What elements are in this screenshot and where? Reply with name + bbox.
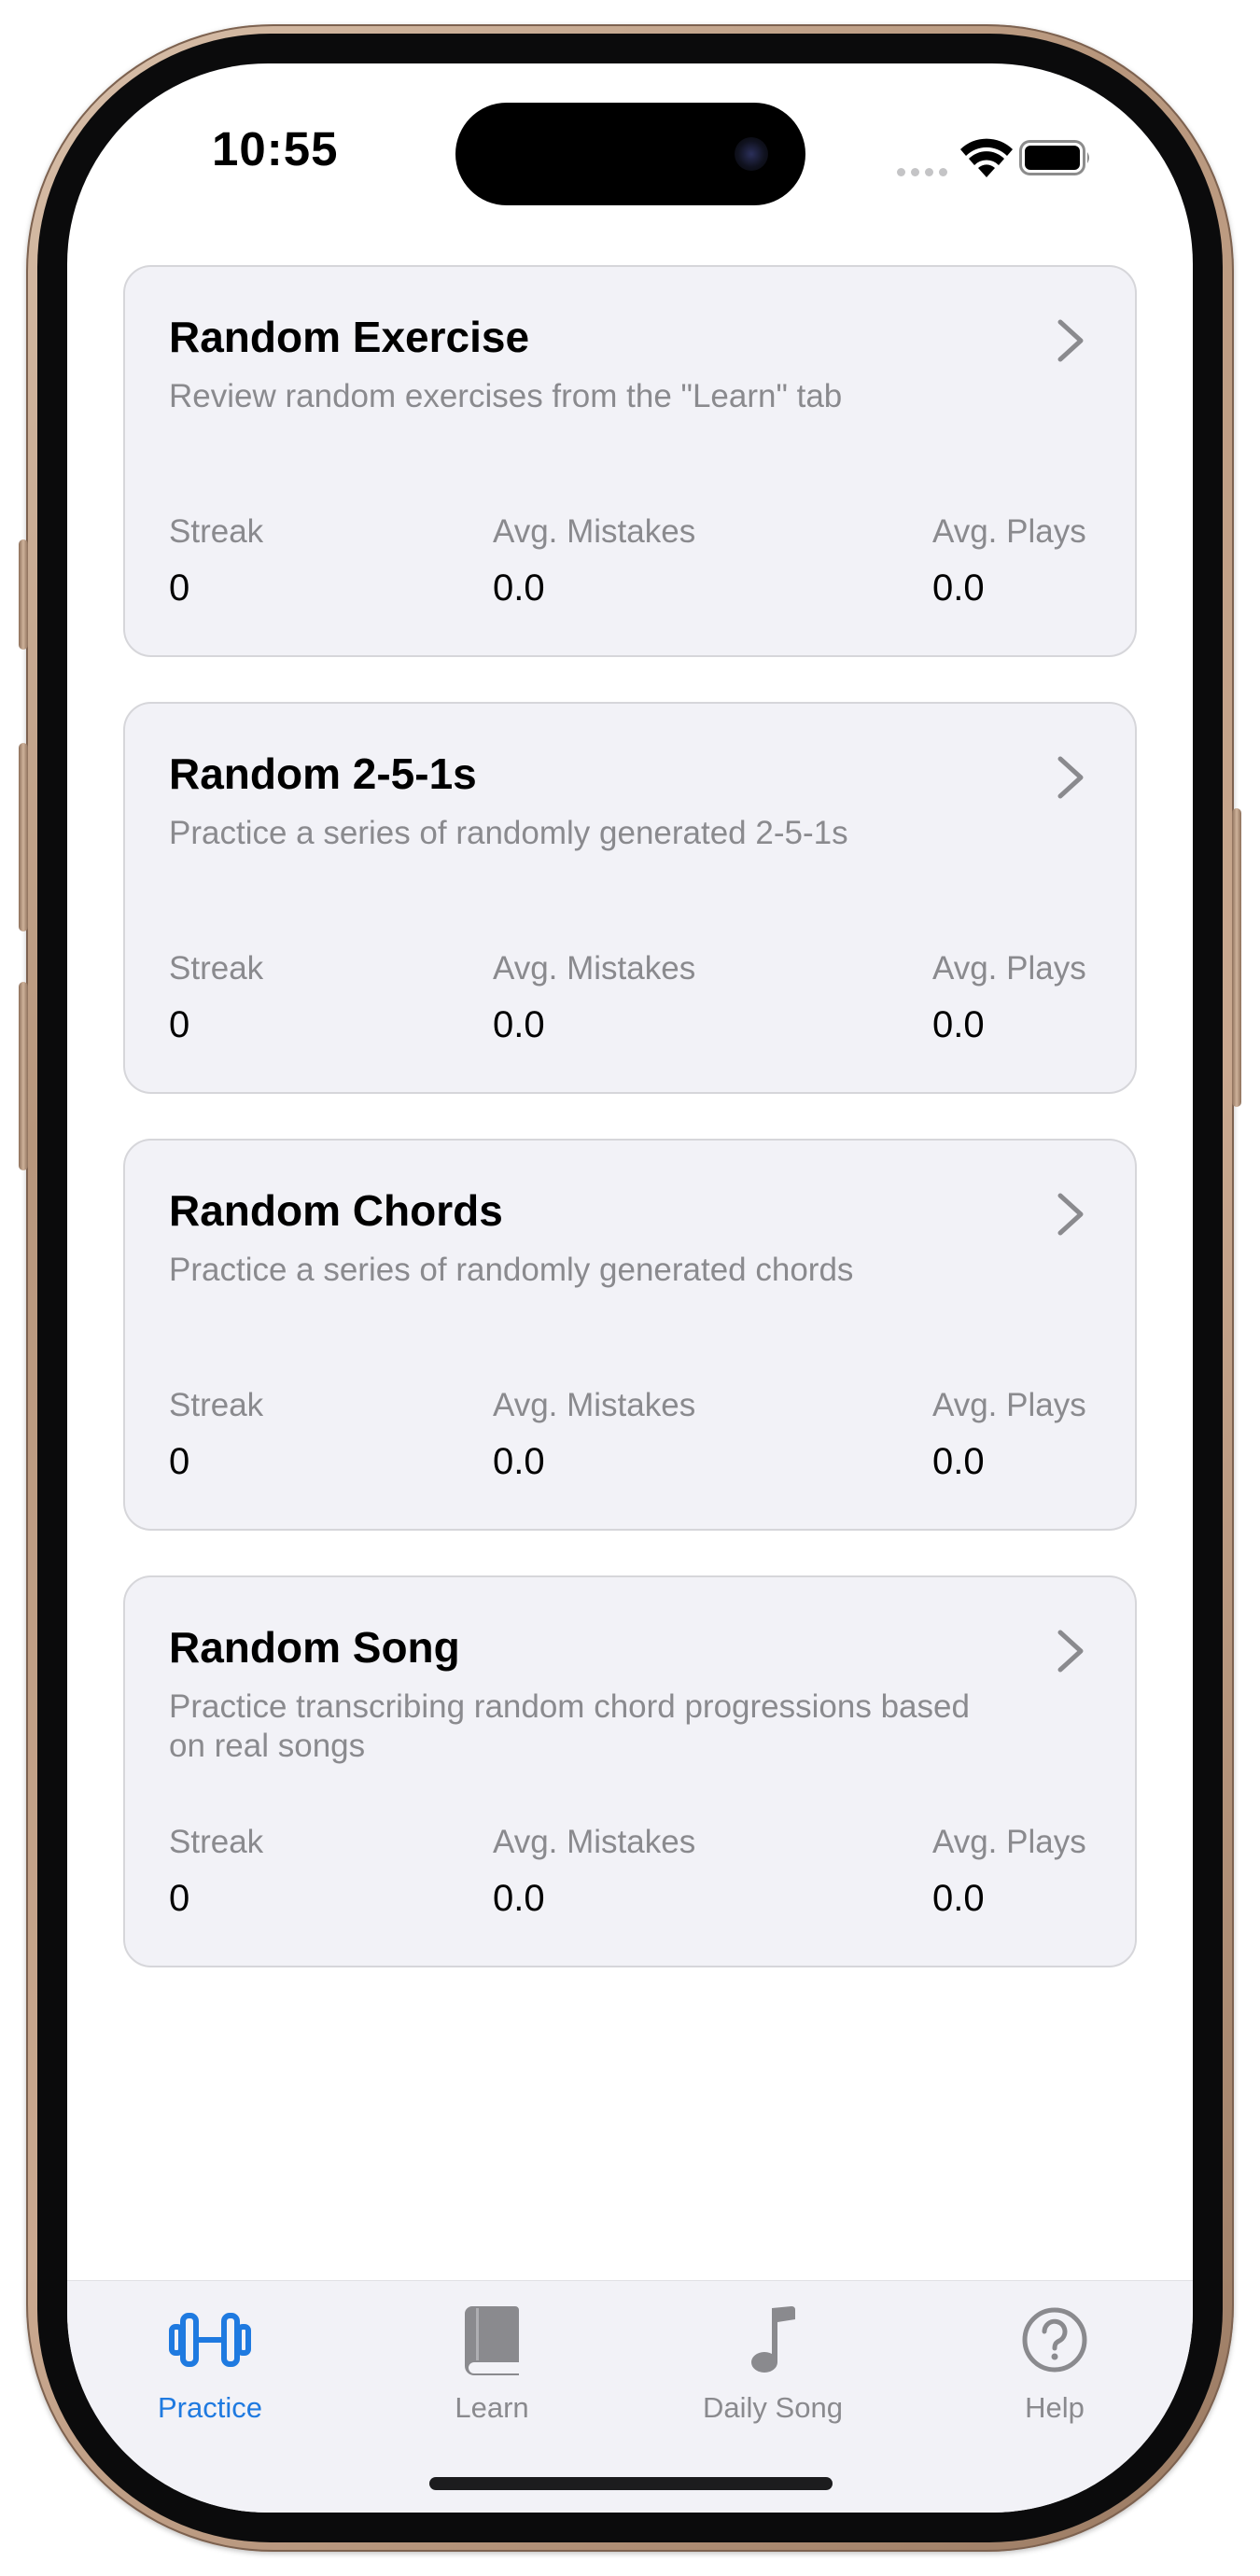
- chevron-right-icon: [1057, 756, 1084, 799]
- stat-value: 0: [169, 567, 190, 609]
- tab-label: Daily Song: [703, 2391, 843, 2424]
- stat-value: 0: [169, 1441, 190, 1482]
- tab-label: Practice: [158, 2391, 262, 2424]
- volume-down-button: [19, 982, 28, 1170]
- tab-help[interactable]: Help: [943, 2300, 1167, 2440]
- stat-avg-mistakes: Avg. Mistakes 0.0: [493, 1824, 695, 1919]
- stat-value: 0.0: [932, 1441, 985, 1482]
- book-icon: [465, 2306, 519, 2375]
- stat-avg-plays: Avg. Plays 0.0: [932, 950, 1086, 1045]
- chevron-right-icon: [1057, 1630, 1084, 1673]
- stat-streak: Streak 0: [169, 513, 263, 609]
- chevron-right-icon: [1057, 1193, 1084, 1236]
- stat-value: 0.0: [493, 1878, 545, 1919]
- stat-label: Avg. Mistakes: [493, 513, 696, 550]
- card-description: Practice transcribing random chord progr…: [169, 1688, 970, 1764]
- tab-learn[interactable]: Learn: [380, 2300, 604, 2440]
- dumbbell-icon: [169, 2313, 251, 2367]
- card-random-exercise[interactable]: Random Exercise Review random exercises …: [123, 265, 1137, 657]
- stat-label: Streak: [169, 1824, 264, 1860]
- stat-value: 0: [169, 1878, 190, 1919]
- stat-avg-plays: Avg. Plays 0.0: [932, 1824, 1086, 1919]
- stat-value: 0.0: [493, 1441, 545, 1482]
- stat-label: Avg. Plays: [932, 1387, 1086, 1423]
- home-indicator[interactable]: [429, 2477, 833, 2490]
- music-note-icon: [751, 2306, 795, 2373]
- stat-label: Avg. Mistakes: [493, 950, 696, 987]
- status-indicators: [849, 136, 1092, 183]
- card-description: Practice a series of randomly generated …: [169, 815, 848, 851]
- card-random-chords[interactable]: Random Chords Practice a series of rando…: [123, 1139, 1137, 1531]
- battery-icon: [1019, 140, 1089, 175]
- status-time: 10:55: [212, 122, 339, 175]
- volume-up-button: [19, 743, 28, 931]
- stat-avg-mistakes: Avg. Mistakes 0.0: [493, 1387, 695, 1482]
- tab-label: Learn: [455, 2391, 529, 2424]
- front-camera: [735, 137, 768, 171]
- stat-label: Streak: [169, 950, 264, 987]
- stat-streak: Streak 0: [169, 950, 263, 1045]
- card-title: Random Chords: [169, 1186, 503, 1235]
- tab-practice[interactable]: Practice: [98, 2300, 322, 2440]
- stat-value: 0: [169, 1004, 190, 1045]
- question-circle-icon: [1022, 2307, 1087, 2373]
- chevron-right-icon: [1057, 319, 1084, 362]
- stat-avg-mistakes: Avg. Mistakes 0.0: [493, 513, 695, 609]
- tab-daily-song[interactable]: Daily Song: [661, 2300, 885, 2440]
- action-button: [19, 539, 28, 650]
- power-button: [1232, 808, 1241, 1107]
- card-title: Random Exercise: [169, 313, 530, 361]
- wifi-icon: [960, 138, 1013, 177]
- card-description: Review random exercises from the "Learn"…: [169, 378, 843, 414]
- stat-avg-plays: Avg. Plays 0.0: [932, 1387, 1086, 1482]
- stat-label: Avg. Mistakes: [493, 1824, 696, 1860]
- stat-label: Streak: [169, 513, 264, 550]
- card-random-2-5-1s[interactable]: Random 2-5-1s Practice a series of rando…: [123, 702, 1137, 1094]
- stat-streak: Streak 0: [169, 1387, 263, 1482]
- stat-value: 0.0: [493, 567, 545, 609]
- stat-avg-plays: Avg. Plays 0.0: [932, 513, 1086, 609]
- card-description: Practice a series of randomly generated …: [169, 1252, 854, 1288]
- stat-label: Avg. Plays: [932, 513, 1086, 550]
- card-title: Random 2-5-1s: [169, 749, 477, 798]
- stat-label: Avg. Plays: [932, 1824, 1086, 1860]
- dynamic-island: [455, 103, 805, 205]
- cellular-signal-icon: [897, 168, 947, 176]
- card-random-song[interactable]: Random Song Practice transcribing random…: [123, 1575, 1137, 1967]
- stat-value: 0.0: [932, 1878, 985, 1919]
- screen: 10:55 Random Exercise Review random exer…: [67, 63, 1193, 2513]
- tab-label: Help: [1025, 2391, 1085, 2424]
- stat-label: Avg. Mistakes: [493, 1387, 696, 1423]
- card-title: Random Song: [169, 1623, 460, 1672]
- stat-avg-mistakes: Avg. Mistakes 0.0: [493, 950, 695, 1045]
- stat-value: 0.0: [932, 1004, 985, 1045]
- stat-label: Avg. Plays: [932, 950, 1086, 987]
- stat-streak: Streak 0: [169, 1824, 263, 1919]
- stat-value: 0.0: [932, 567, 985, 609]
- stat-value: 0.0: [493, 1004, 545, 1045]
- stat-label: Streak: [169, 1387, 264, 1423]
